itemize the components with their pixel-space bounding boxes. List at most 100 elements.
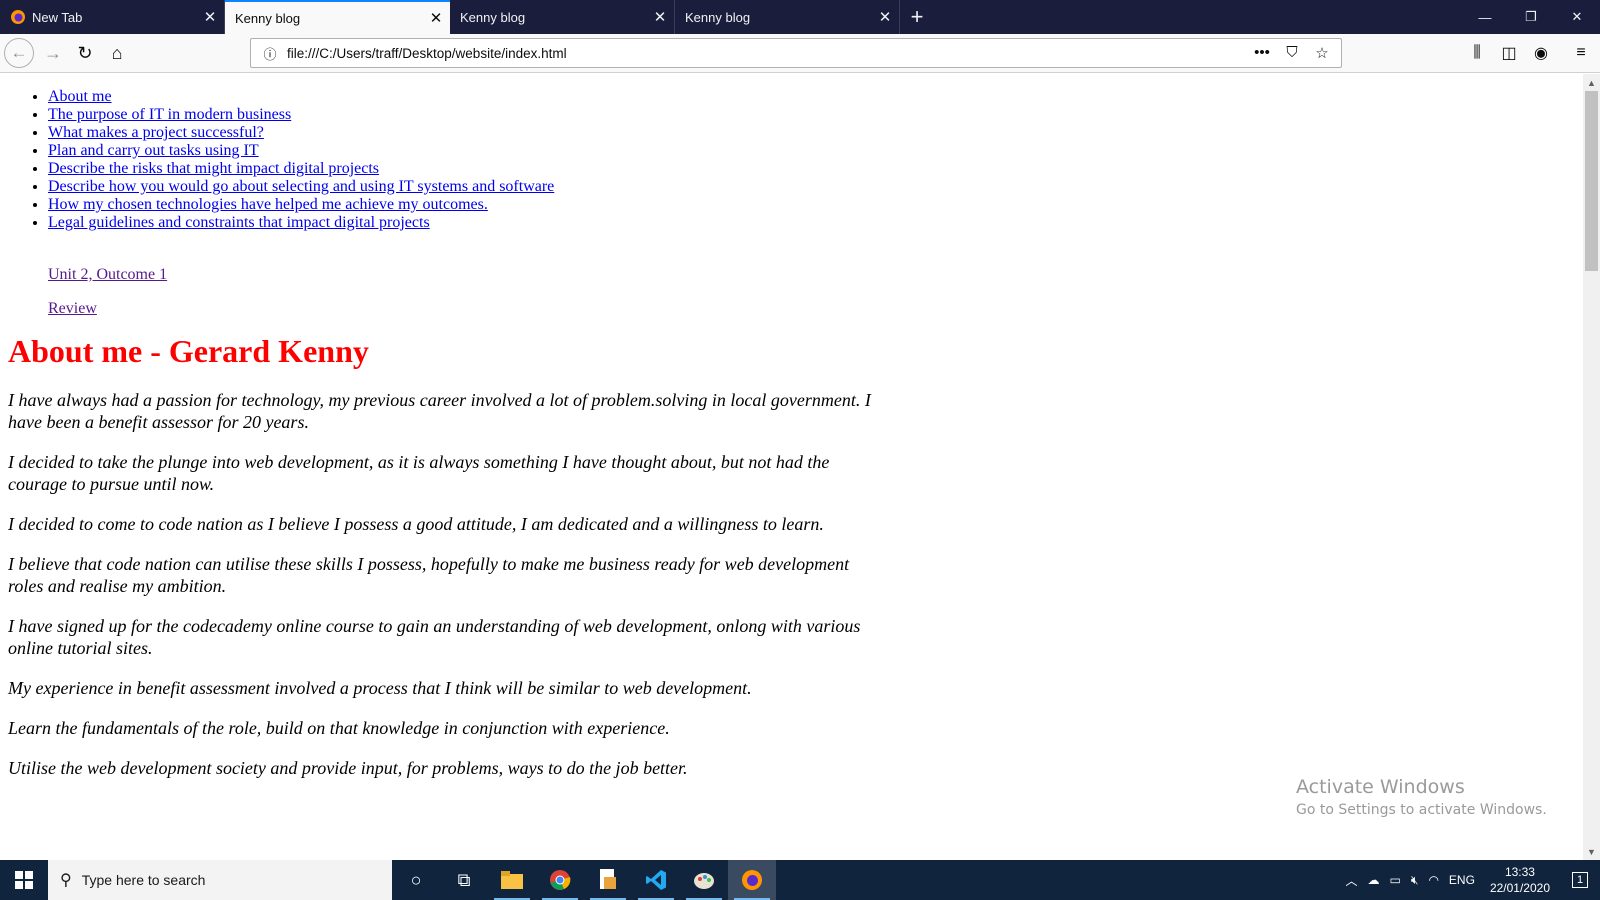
close-icon[interactable]: ✕ <box>871 8 899 26</box>
system-tray: ︿ ☁ ▭ 🔇︎ ◠ ENG 13:33 22/01/2020 1 <box>1341 860 1600 900</box>
vertical-scrollbar[interactable]: ▲ ▼ <box>1583 74 1600 860</box>
list-item: About me <box>48 88 1583 106</box>
bio-section: I have always had a passion for technolo… <box>8 389 888 779</box>
page-title: About me - Gerard Kenny <box>8 333 369 369</box>
list-item: Plan and carry out tasks using IT <box>48 142 1583 160</box>
window-close-icon[interactable]: ✕ <box>1554 0 1600 34</box>
battery-icon[interactable]: ▭ <box>1385 873 1406 887</box>
scroll-down-icon[interactable]: ▼ <box>1583 843 1600 860</box>
tab-strip: New Tab ✕ Kenny blog ✕ Kenny blog ✕ Kenn… <box>0 0 1600 34</box>
nav-link-selecting-it-systems[interactable]: Describe how you would go about selectin… <box>48 178 554 195</box>
url-actions: ••• ⛉ ☆ <box>1249 44 1335 62</box>
close-icon[interactable]: ✕ <box>646 8 674 26</box>
reload-icon[interactable]: ↻ <box>70 38 100 68</box>
notification-count: 1 <box>1571 872 1589 888</box>
language-indicator[interactable]: ENG <box>1444 873 1480 887</box>
list-item: Describe how you would go about selectin… <box>48 178 1583 196</box>
search-placeholder: Type here to search <box>81 872 206 888</box>
chevron-up-icon[interactable]: ︿ <box>1341 872 1363 889</box>
tab-title: Kenny blog <box>235 10 301 26</box>
tab-title: Kenny blog <box>685 9 751 25</box>
sidebar-icon[interactable]: ◫ <box>1494 38 1524 68</box>
minimize-icon[interactable]: — <box>1462 0 1508 34</box>
tab-kenny-blog-2[interactable]: Kenny blog ✕ <box>450 0 675 34</box>
chrome-icon[interactable] <box>536 860 584 900</box>
list-item: What makes a project successful? <box>48 124 1583 142</box>
folder-icon <box>501 871 523 889</box>
search-icon: ⚲ <box>60 872 72 889</box>
bio-paragraph: Utilise the web development society and … <box>8 758 688 778</box>
firefox-logo-icon <box>742 870 762 890</box>
palette-icon <box>694 873 714 889</box>
clock-date: 22/01/2020 <box>1489 881 1550 895</box>
account-icon[interactable]: ◉ <box>1526 38 1556 68</box>
bio-paragraph: Learn the fundamentals of the role, buil… <box>8 718 670 738</box>
vscode-icon[interactable] <box>632 860 680 900</box>
library-icon[interactable]: ⫼ <box>1462 38 1492 68</box>
wifi-icon[interactable]: ◠ <box>1423 873 1443 887</box>
start-button[interactable] <box>0 860 48 900</box>
cortana-icon[interactable]: ○ <box>392 860 440 900</box>
page-viewport: About me The purpose of IT in modern bus… <box>0 74 1583 860</box>
tab-kenny-blog-active[interactable]: Kenny blog ✕ <box>225 0 450 34</box>
nav-link-project-success[interactable]: What makes a project successful? <box>48 124 264 141</box>
link-review[interactable]: Review <box>48 300 1583 318</box>
close-icon[interactable]: ✕ <box>196 8 224 26</box>
windows-taskbar: ⚲ Type here to search ○ ⧉ ︿ ☁ ▭ 🔇︎ ◠ ENG… <box>0 860 1600 900</box>
document-app-icon[interactable] <box>584 860 632 900</box>
address-bar[interactable]: ⓘ file:///C:/Users/traff/Desktop/website… <box>250 38 1342 68</box>
bio-paragraph: My experience in benefit assessment invo… <box>8 678 752 698</box>
scroll-up-icon[interactable]: ▲ <box>1583 74 1600 91</box>
window-controls: — ❐ ✕ <box>1462 0 1600 34</box>
bio-paragraph: I decided to take the plunge into web de… <box>8 452 830 494</box>
nav-link-legal-guidelines[interactable]: Legal guidelines and constraints that im… <box>48 214 430 231</box>
list-item: Legal guidelines and constraints that im… <box>48 214 1583 232</box>
scroll-thumb[interactable] <box>1585 91 1598 271</box>
nav-link-chosen-technologies[interactable]: How my chosen technologies have helped m… <box>48 196 488 213</box>
notification-center-icon[interactable]: 1 <box>1560 860 1600 900</box>
taskbar-search[interactable]: ⚲ Type here to search <box>48 860 392 900</box>
bio-paragraph: I believe that code nation can utilise t… <box>8 554 850 596</box>
menu-hamburger-icon[interactable]: ≡ <box>1566 38 1596 68</box>
paint-icon[interactable] <box>680 860 728 900</box>
firefox-icon <box>11 10 25 24</box>
forward-arrow-icon[interactable]: → <box>38 38 68 68</box>
bookmark-star-icon[interactable]: ☆ <box>1309 44 1335 62</box>
restore-icon[interactable]: ❐ <box>1508 0 1554 34</box>
tab-kenny-blog-3[interactable]: Kenny blog ✕ <box>675 0 900 34</box>
list-item: How my chosen technologies have helped m… <box>48 196 1583 214</box>
activate-windows-watermark: Activate Windows Go to Settings to activ… <box>1296 776 1547 818</box>
new-tab-button[interactable]: + <box>900 0 934 34</box>
bio-paragraph: I have always had a passion for technolo… <box>8 390 871 432</box>
clock-time: 13:33 <box>1504 865 1535 879</box>
link-unit-2-outcome-1[interactable]: Unit 2, Outcome 1 <box>48 266 1583 284</box>
url-text[interactable]: file:///C:/Users/traff/Desktop/website/i… <box>287 46 1249 61</box>
firefox-taskbar-icon[interactable] <box>728 860 776 900</box>
file-explorer-icon[interactable] <box>488 860 536 900</box>
back-arrow-icon[interactable]: ← <box>4 38 34 68</box>
list-item: The purpose of IT in modern business <box>48 106 1583 124</box>
onedrive-icon[interactable]: ☁ <box>1363 873 1385 887</box>
watermark-title: Activate Windows <box>1296 776 1465 798</box>
tab-new-tab[interactable]: New Tab ✕ <box>0 0 225 34</box>
windows-logo-icon <box>15 871 33 889</box>
volume-muted-icon[interactable]: 🔇︎ <box>1406 873 1424 888</box>
nav-link-risks[interactable]: Describe the risks that might impact dig… <box>48 160 379 177</box>
navigation-toolbar: ← → ↻ ⌂ ⓘ file:///C:/Users/traff/Desktop… <box>0 34 1600 73</box>
nav-link-about-me[interactable]: About me <box>48 88 112 105</box>
nav-link-plan-tasks[interactable]: Plan and carry out tasks using IT <box>48 142 259 159</box>
pocket-icon[interactable]: ⛉ <box>1279 44 1305 62</box>
close-icon[interactable]: ✕ <box>422 9 450 27</box>
more-actions-icon[interactable]: ••• <box>1249 44 1275 62</box>
nav-link-purpose-of-it[interactable]: The purpose of IT in modern business <box>48 106 291 123</box>
vscode-logo-icon <box>646 870 666 890</box>
tab-title: New Tab <box>32 9 83 25</box>
blog-nav-list: About me The purpose of IT in modern bus… <box>0 88 1583 232</box>
watermark-subtitle: Go to Settings to activate Windows. <box>1296 802 1547 818</box>
list-item: Describe the risks that might impact dig… <box>48 160 1583 178</box>
bio-paragraph: I decided to come to code nation as I be… <box>8 514 824 534</box>
system-clock[interactable]: 13:33 22/01/2020 <box>1480 864 1560 896</box>
home-icon[interactable]: ⌂ <box>102 38 132 68</box>
info-icon[interactable]: ⓘ <box>259 44 281 63</box>
task-view-icon[interactable]: ⧉ <box>440 860 488 900</box>
